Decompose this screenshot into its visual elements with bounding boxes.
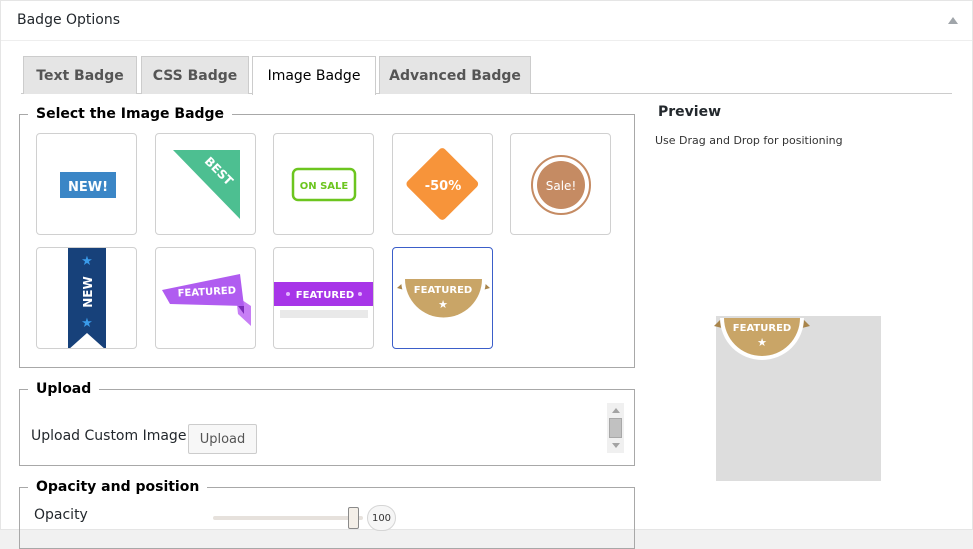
opacity-slider-track[interactable] xyxy=(213,516,363,520)
badge-text-new: NEW! xyxy=(68,180,108,195)
opacity-position-group: Opacity and position xyxy=(19,479,635,549)
badge-option-sale-circle[interactable]: Sale! xyxy=(510,133,611,235)
badge-text-on-sale: ON SALE xyxy=(300,181,349,192)
svg-text:★: ★ xyxy=(438,298,448,311)
badge-text-featured-3: FEATURED xyxy=(414,285,472,296)
badge-text-sale: Sale! xyxy=(546,179,577,193)
scroll-down-arrow-icon[interactable] xyxy=(612,443,620,448)
select-image-badge-title: Select the Image Badge xyxy=(36,106,225,122)
opacity-label: Opacity xyxy=(34,507,88,523)
opacity-slider-handle[interactable] xyxy=(348,507,359,529)
preview-badge-text: FEATURED xyxy=(733,323,791,334)
badge-type-tabs: Text Badge CSS Badge Image Badge Advance… xyxy=(21,56,952,95)
collapse-toggle-icon[interactable] xyxy=(948,17,958,24)
upload-group: Upload xyxy=(19,381,635,466)
upload-scrollbar[interactable] xyxy=(607,403,624,453)
badge-option-new-blue[interactable]: NEW! xyxy=(36,133,137,235)
badge-text-percent: -50% xyxy=(425,179,462,194)
preview-canvas: FEATURED ★ xyxy=(714,316,881,481)
tab-text-badge[interactable]: Text Badge xyxy=(23,56,137,94)
badge-text-featured-2: FEATURED xyxy=(296,290,354,301)
preview-hint: Use Drag and Drop for positioning xyxy=(655,134,843,147)
scroll-thumb[interactable] xyxy=(609,418,622,438)
svg-text:★: ★ xyxy=(81,254,93,269)
upload-button[interactable]: Upload xyxy=(188,424,257,454)
upload-custom-image-label: Upload Custom Image xyxy=(31,428,187,444)
tab-advanced-badge[interactable]: Advanced Badge xyxy=(379,56,531,94)
badge-text-new-ribbon: NEW xyxy=(81,276,95,307)
badge-option-featured-purple-banner[interactable]: FEATURED xyxy=(273,247,374,349)
panel-header: Badge Options xyxy=(1,1,972,41)
badge-option-new-ribbon[interactable]: ★ ★ NEW xyxy=(36,247,137,349)
badge-option-featured-gold-semicircle[interactable]: FEATURED ★ xyxy=(392,247,493,349)
opacity-position-title: Opacity and position xyxy=(36,479,200,495)
badge-option-percent-off[interactable]: -50% xyxy=(392,133,493,235)
badge-option-featured-purple-ribbon[interactable]: FEATURED xyxy=(155,247,256,349)
preview-title: Preview xyxy=(658,104,722,120)
tab-image-badge[interactable]: Image Badge xyxy=(252,56,376,95)
badge-option-best-corner[interactable]: BEST xyxy=(155,133,256,235)
preview-badge[interactable]: FEATURED ★ xyxy=(714,316,815,366)
svg-text:★: ★ xyxy=(81,316,93,331)
svg-text:★: ★ xyxy=(757,336,767,349)
badge-option-on-sale[interactable]: ON SALE xyxy=(273,133,374,235)
upload-title: Upload xyxy=(36,381,92,397)
scroll-up-arrow-icon[interactable] xyxy=(612,408,620,413)
opacity-value-bubble: 100 xyxy=(367,505,396,531)
tab-css-badge[interactable]: CSS Badge xyxy=(141,56,249,94)
panel-title: Badge Options xyxy=(17,12,121,28)
